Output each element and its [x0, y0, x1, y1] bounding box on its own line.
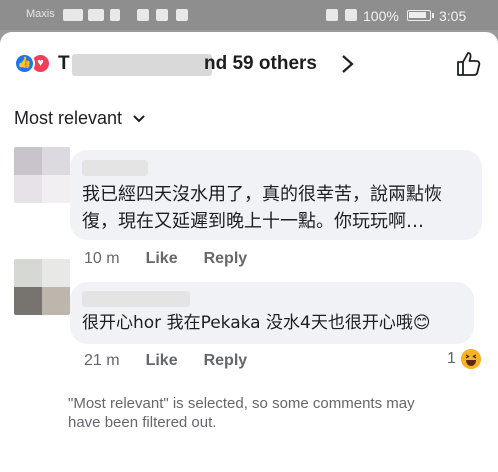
filter-notice: "Most relevant" is selected, so some com…	[68, 395, 415, 431]
battery-icon	[407, 10, 434, 21]
like-link[interactable]: Like	[146, 352, 178, 369]
comment-actions: 10 m Like Reply	[84, 250, 247, 268]
haha-icon	[461, 349, 481, 369]
reply-link[interactable]: Reply	[204, 352, 248, 369]
volte-icon	[63, 9, 83, 21]
comment-text: 很开心hor 我在Pekaka 没水4天也很开心哦😊	[82, 313, 431, 333]
reactions-summary[interactable]: 👍 ♥ T nd 59 others	[14, 50, 484, 78]
reactors-prefix: T	[58, 53, 70, 74]
avatar[interactable]	[14, 259, 70, 315]
like-link[interactable]: Like	[146, 250, 178, 267]
comment-text-line: 我已經四天沒水用了，真的很幸苦，說兩點恢	[82, 184, 442, 205]
sort-label: Most relevant	[14, 108, 123, 128]
comment-text-line: 復，現在又延遲到晚上十一點。你玩玩啊…	[82, 211, 424, 232]
headphones-icon	[326, 9, 338, 21]
chevron-down-icon	[133, 115, 145, 123]
sort-dropdown[interactable]: Most relevant	[14, 108, 145, 132]
signal-icon	[88, 9, 104, 21]
avatar[interactable]	[14, 147, 70, 203]
comment-bubble[interactable]: 我已經四天沒水用了，真的很幸苦，說兩點恢 復，現在又延遲到晚上十一點。你玩玩啊…	[70, 150, 482, 240]
alarm-icon	[345, 9, 357, 21]
blurred-names	[72, 54, 212, 76]
blurred-author	[82, 291, 190, 307]
gallery-icon	[137, 9, 149, 21]
battery-percent: 100%	[363, 8, 399, 24]
comment-time: 21 m	[84, 352, 120, 369]
reactors-text: nd 59 others	[204, 53, 317, 74]
notification-icon	[156, 9, 168, 21]
chevron-right-icon	[342, 55, 354, 73]
reaction-count[interactable]: 1	[447, 350, 456, 368]
app-icon	[176, 9, 188, 21]
carrier-label: Maxis	[26, 8, 55, 20]
comment-bubble[interactable]: 很开心hor 我在Pekaka 没水4天也很开心哦😊	[70, 282, 474, 344]
status-bar: Maxis 100% 3:05	[0, 0, 498, 30]
like-button[interactable]	[455, 50, 483, 78]
comment-actions: 21 m Like Reply	[84, 352, 247, 370]
blurred-author	[82, 160, 148, 176]
comments-sheet: 👍 ♥ T nd 59 others Most relevant 我已經四天沒水…	[0, 32, 498, 472]
comment-time: 10 m	[84, 250, 120, 267]
reply-link[interactable]: Reply	[204, 250, 248, 267]
clock: 3:05	[439, 8, 467, 24]
like-reaction-icon: 👍	[14, 53, 35, 74]
sim-icon	[110, 9, 120, 21]
